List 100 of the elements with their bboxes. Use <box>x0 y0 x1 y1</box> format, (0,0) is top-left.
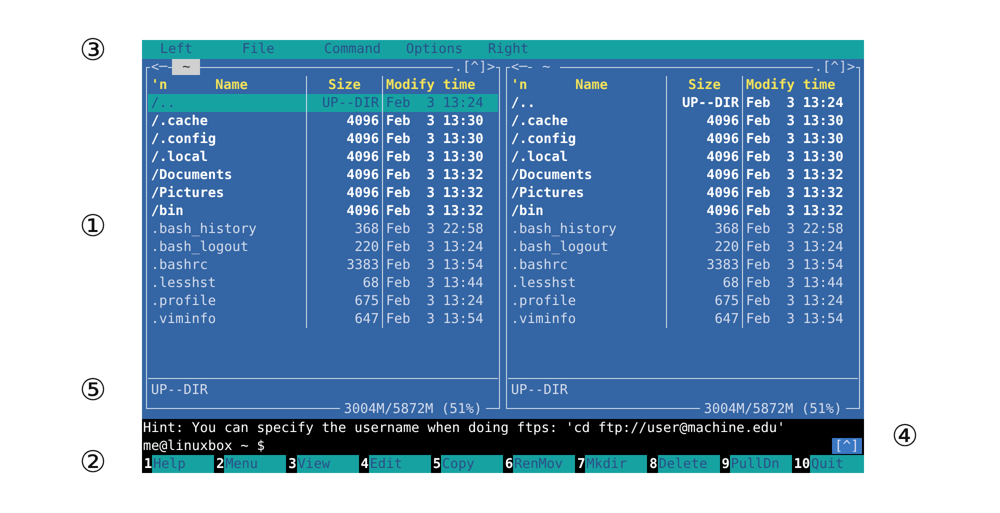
disk-usage: 3004M/5872M (51%) <box>340 401 486 418</box>
file-size: 4096 <box>306 112 382 130</box>
status-line: UP--DIR <box>150 381 209 400</box>
file-name[interactable]: .lesshst <box>148 274 306 292</box>
callout-number: ① <box>78 210 108 244</box>
modified-time: Feb 3 13:24 <box>742 94 858 112</box>
function-key[interactable]: 8Delete <box>647 455 720 473</box>
modified-time: Feb 3 13:24 <box>382 292 498 310</box>
file-name[interactable]: /Pictures <box>148 184 306 202</box>
function-key[interactable]: 2Menu <box>214 455 286 473</box>
file-size: 68 <box>666 274 742 292</box>
modified-time: Feb 3 13:30 <box>742 130 858 148</box>
column-header[interactable]: Name <box>575 76 608 94</box>
file-name[interactable]: .bash_history <box>148 220 306 238</box>
file-size: 4096 <box>666 130 742 148</box>
file-size: UP--DIR <box>306 94 382 112</box>
file-name[interactable]: .bash_logout <box>148 238 306 256</box>
modified-time: Feb 3 13:24 <box>742 292 858 310</box>
sort-indicator[interactable]: 'n <box>511 76 528 94</box>
modified-time: Feb 3 13:30 <box>382 148 498 166</box>
menu-item[interactable]: Right <box>488 40 570 59</box>
modified-time: Feb 3 22:58 <box>382 220 498 238</box>
modified-time: Feb 3 13:30 <box>742 112 858 130</box>
shell-prompt[interactable]: me@linuxbox ~ $ <box>142 438 265 454</box>
file-name[interactable]: /Documents <box>508 166 666 184</box>
function-key[interactable]: 7Mkdir <box>575 455 648 473</box>
file-size: 4096 <box>306 184 382 202</box>
modified-time: Feb 3 13:54 <box>382 310 498 328</box>
file-size: 220 <box>666 238 742 256</box>
file-name[interactable]: /.local <box>508 148 666 166</box>
file-size: 368 <box>666 220 742 238</box>
file-size: 68 <box>306 274 382 292</box>
file-name[interactable]: /Pictures <box>508 184 666 202</box>
file-size: 368 <box>306 220 382 238</box>
modified-time: Feb 3 13:24 <box>382 238 498 256</box>
file-name[interactable]: .bash_logout <box>508 238 666 256</box>
menu-item[interactable]: Command <box>324 40 406 59</box>
panel-path: ~ <box>172 59 200 75</box>
file-name[interactable]: /.. <box>508 94 666 112</box>
modified-time: Feb 3 13:30 <box>742 148 858 166</box>
function-key[interactable]: 1Help <box>142 455 214 473</box>
file-name[interactable]: /.cache <box>148 112 306 130</box>
file-size: 220 <box>306 238 382 256</box>
callout-number: ③ <box>78 34 108 68</box>
file-name[interactable]: .profile <box>508 292 666 310</box>
file-name[interactable]: /.. <box>148 94 306 112</box>
file-name[interactable]: .profile <box>148 292 306 310</box>
file-size: 3383 <box>666 256 742 274</box>
function-key[interactable]: 6RenMov <box>503 455 576 473</box>
modified-time: Feb 3 13:44 <box>742 274 858 292</box>
file-name[interactable]: .bashrc <box>148 256 306 274</box>
file-name[interactable]: /bin <box>508 202 666 220</box>
modified-time: Feb 3 13:32 <box>742 166 858 184</box>
toggle-panels-button[interactable]: [^] <box>832 438 862 454</box>
modified-time: Feb 3 13:32 <box>382 202 498 220</box>
status-line: UP--DIR <box>510 381 569 400</box>
history-forward-button[interactable]: .[^]> <box>453 59 496 75</box>
file-size: UP--DIR <box>666 94 742 112</box>
file-name[interactable]: /.cache <box>508 112 666 130</box>
file-name[interactable]: /bin <box>148 202 306 220</box>
file-size: 647 <box>306 310 382 328</box>
column-header[interactable]: Size <box>666 76 742 94</box>
modified-time: Feb 3 13:54 <box>382 256 498 274</box>
modified-time: Feb 3 13:44 <box>382 274 498 292</box>
file-size: 675 <box>306 292 382 310</box>
modified-time: Feb 3 22:58 <box>742 220 858 238</box>
callout-number: ② <box>78 446 108 480</box>
modified-time: Feb 3 13:30 <box>382 130 498 148</box>
file-name[interactable]: .viminfo <box>508 310 666 328</box>
function-key[interactable]: 9 PullDn <box>720 455 792 473</box>
file-name[interactable]: /.local <box>148 148 306 166</box>
file-size: 4096 <box>666 166 742 184</box>
column-header[interactable]: Name <box>215 76 248 94</box>
column-header[interactable]: Modify time <box>742 76 858 94</box>
modified-time: Feb 3 13:30 <box>382 112 498 130</box>
modified-time: Feb 3 13:32 <box>742 202 858 220</box>
file-size: 4096 <box>666 184 742 202</box>
file-name[interactable]: /.config <box>148 130 306 148</box>
menu-item[interactable]: Options <box>406 40 488 59</box>
function-key[interactable]: 4Edit <box>358 455 431 473</box>
file-size: 4096 <box>306 148 382 166</box>
function-key[interactable]: 5 Copy <box>430 455 504 473</box>
file-name[interactable]: /.config <box>508 130 666 148</box>
file-size: 3383 <box>306 256 382 274</box>
file-name[interactable]: /Documents <box>148 166 306 184</box>
sort-indicator[interactable]: 'n <box>151 76 168 94</box>
modified-time: Feb 3 13:24 <box>382 94 498 112</box>
file-name[interactable]: .bash_history <box>508 220 666 238</box>
menu-item[interactable]: File <box>242 40 324 59</box>
file-size: 647 <box>666 310 742 328</box>
file-name[interactable]: .lesshst <box>508 274 666 292</box>
modified-time: Feb 3 13:54 <box>742 256 858 274</box>
callout-number: ④ <box>890 420 920 454</box>
modified-time: Feb 3 13:32 <box>742 184 858 202</box>
function-key[interactable]: 3View <box>286 455 359 473</box>
file-name[interactable]: .viminfo <box>148 310 306 328</box>
menu-item[interactable]: Left <box>160 40 242 59</box>
history-forward-button[interactable]: .[^]> <box>813 59 856 75</box>
file-size: 4096 <box>666 202 742 220</box>
file-name[interactable]: .bashrc <box>508 256 666 274</box>
